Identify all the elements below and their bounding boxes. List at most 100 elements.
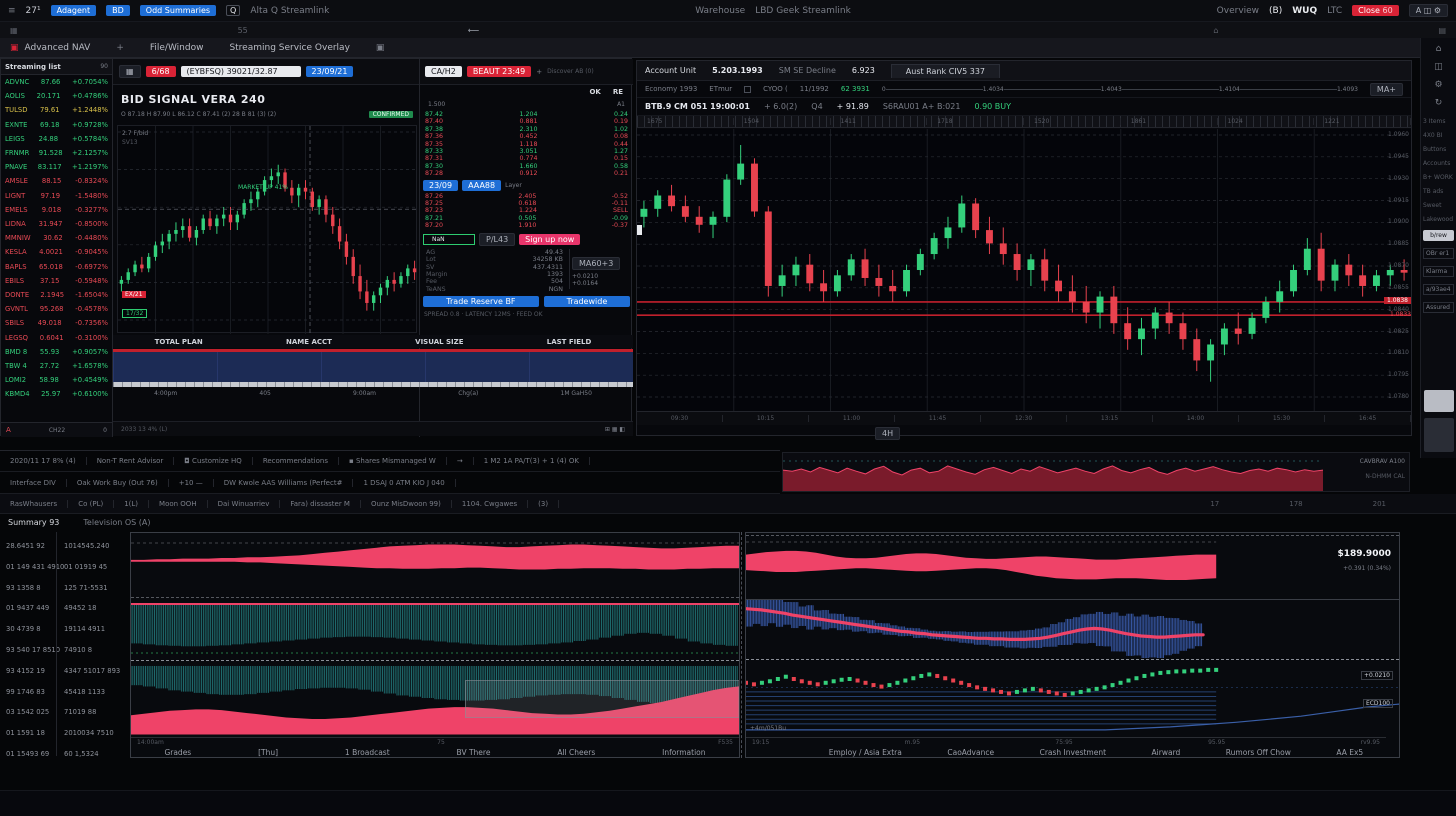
orderbook-row[interactable]: 87.360.4520.08 [422,133,631,140]
watchlist-row[interactable]: EXNTE69.18+0.9728% [1,118,112,132]
session-button[interactable]: BEAUT 23:49 [467,66,531,77]
watchlist-row[interactable]: AMSLE88.15-0.8324% [1,174,112,188]
watchlist-row[interactable]: LOMI258.98+0.4549% [1,373,112,387]
toolbar-segment[interactable]: 1 DSAJ 0 ATM KIO J 040 [353,479,455,487]
center-label-1[interactable]: Warehouse [695,6,745,16]
watchlist-row[interactable]: EBILS37.15-0.5948% [1,274,112,288]
watchlist-row[interactable]: KESLA4.0021-0.9045% [1,245,112,259]
rail-extra-item[interactable]: OBr er1 [1423,248,1454,259]
rail-icon[interactable]: ◫ [1434,62,1443,72]
statusbar-segment[interactable]: Dai Winuarriev [208,500,281,508]
date-chip[interactable]: 23/09 [423,180,458,191]
statusbar-segment[interactable]: Moon OOH [149,500,208,508]
watchlist-row[interactable]: BMD 855.93+0.9057% [1,345,112,359]
watchlist-row[interactable]: TULSD79.61+1.2448% [1,103,112,117]
toolbar-segment[interactable]: ◘ Customize HQ [174,457,253,465]
new-tab-button[interactable]: + [116,43,124,53]
date-button[interactable]: 23/09/21 [306,66,354,77]
statusbar-segment[interactable]: (3) [528,500,559,508]
overview-label[interactable]: Overview [1217,6,1259,16]
watchlist-row[interactable]: AOLIS20.171+0.4786% [1,89,112,103]
right-indicator-stack[interactable]: $189.9000 +0.391 (0.34%) +0.0210 ECD100 … [745,532,1400,758]
plus-icon[interactable]: + [536,68,542,76]
toolbar-segment[interactable]: DW Kwole AAS Williams (Perfect# [214,479,354,487]
col-header-1[interactable]: TOTAL PLAN [155,338,203,346]
tradewide-button[interactable]: Tradewide [544,296,630,307]
col-header-3[interactable]: VISUAL SIZE [415,338,463,346]
discover-segment[interactable]: Discover AB (0) [547,68,594,75]
watchlist-row[interactable]: LEGSQ0.6041-0.3100% [1,331,112,345]
tab-adagent[interactable]: Adagent [51,5,97,16]
toolbar-segment[interactable]: → [447,457,474,465]
watchlist-row[interactable]: LEIGS24.88+0.5784% [1,132,112,146]
mini-spark-panel[interactable]: CAVBRAV A100 N-DHMM CAL [782,452,1410,492]
orderbook-row[interactable]: 87.280.9120.21 [422,170,631,177]
home-icon[interactable]: ⌂ [1213,26,1218,35]
toolbar-segment[interactable]: Oak Work Buy (Out 76) [67,479,169,487]
grid-icon[interactable]: ▦ [10,26,18,35]
watchlist-row[interactable]: FRNMR91.528+2.1257% [1,146,112,160]
orderbook-row[interactable]: 87.333.0511.27 [422,148,631,155]
rail-extra-item[interactable]: a/93ae4 [1423,284,1454,295]
panel-icon[interactable]: ▤ [1438,26,1446,35]
orderbook-row[interactable]: 87.250.618-0.11 [422,200,631,207]
tab-streaming-service[interactable]: Streaming Service Overlay [229,43,349,53]
trade-reserve-button[interactable]: Trade Reserve BF [423,296,539,307]
orderbook-row[interactable]: 87.301.6600.58 [422,163,631,170]
toolbar-segment[interactable]: Recommendations [253,457,339,465]
rail-extra-item[interactable]: Klarma [1423,266,1454,277]
toolbar-segment[interactable]: +10 — [169,479,214,487]
watchlist-row[interactable]: MMNIW30.62-0.4480% [1,231,112,245]
orderbook-row[interactable]: 87.231.224SELL [422,207,631,214]
statusbar-segment[interactable]: RasWhausers [0,500,68,508]
watchlist-row[interactable]: GVNTL95.268-0.4578% [1,302,112,316]
rail-item[interactable]: Sweet [1423,202,1454,209]
checkbox[interactable] [744,86,751,93]
search-label[interactable]: Alta Q Streamlink [250,6,329,16]
timeframe-chip[interactable]: 4H [875,427,900,440]
live-chip[interactable]: 17/32 [122,309,147,318]
rail-item[interactable]: B+ WORK [1423,174,1454,181]
monitor-footer-icons[interactable]: ⊞ ▦ ◧ [605,426,625,433]
orderbook-row[interactable]: 87.262.405-0.52 [422,193,631,200]
orderbook-row[interactable]: 87.351.1180.44 [422,141,631,148]
statusbar-segment[interactable]: Ounz MisDwoon 99) [361,500,452,508]
rail-icon[interactable]: ⌂ [1436,44,1442,54]
tab-advanced-nav[interactable]: ▣ Advanced NAV [10,43,90,53]
statusbar-segment[interactable]: 1104. Cwgawes [452,500,528,508]
tab-odd-summaries[interactable]: Odd Summaries [140,5,216,16]
statusbar-segment[interactable]: Co (PL) [68,500,114,508]
rail-item[interactable]: Accounts [1423,160,1454,167]
rail-item[interactable]: Buttons [1423,146,1454,153]
statusbar-segment[interactable]: Fara) dissaster M [280,500,361,508]
quantity-input[interactable]: NaN [423,234,475,245]
tab-television[interactable]: Television OS (A) [83,518,150,527]
rail-active-button[interactable]: b/rew [1423,230,1454,241]
left-candle-chart[interactable]: 2.7 F/bid SV13 MARKET UP 41% 17/32 EX/21 [117,125,417,333]
rail-gray-block-1[interactable] [1424,390,1454,412]
gear-icon[interactable]: ⚙ [1434,80,1442,90]
orderbook-row[interactable]: 87.400.8810.19 [422,118,631,125]
watchlist-row[interactable]: ADVNC87.66+0.7054% [1,75,112,89]
toolbar-segment[interactable]: 1 M2 1A PA/T(3) + 1 (4) OK [474,457,590,465]
menu-icon[interactable]: ≡ [8,6,16,16]
center-label-2[interactable]: LBD Geek Streamlink [755,6,851,16]
signup-button[interactable]: Sign up now [519,234,580,245]
toolbar-segment[interactable]: 2020/11 17 8% (4) [0,457,87,465]
re-label[interactable]: RE [613,88,623,96]
left-indicator-stack[interactable]: 14:00am75F535 Grades[Thu]1 BroadcastBV T… [130,532,740,758]
tab-file-window[interactable]: File/Window [150,43,204,53]
watchlist-row[interactable]: TBW 427.72+1.6578% [1,359,112,373]
rail-item[interactable]: 3 Items [1423,118,1454,125]
tab-summary[interactable]: Summary 93 [8,518,59,527]
toolbar-segment[interactable]: ▪ Shares Mismanaged W [339,457,447,465]
watchlist-row[interactable]: BAPLS65.018-0.6972% [1,260,112,274]
col-header-4[interactable]: LAST FIELD [547,338,592,346]
back-arrow-icon[interactable]: ⟵ [468,26,479,35]
toolbar-segment[interactable]: Interface DIV [0,479,67,487]
orderbook-row[interactable]: 87.210.505-0.09 [422,215,631,222]
rail-item[interactable]: TB ads [1423,188,1454,195]
alert-icon[interactable]: A [6,426,11,434]
orderbook-row[interactable]: 87.421.2040.24 [422,111,631,118]
orderbook-row[interactable]: 87.310.7740.15 [422,155,631,162]
